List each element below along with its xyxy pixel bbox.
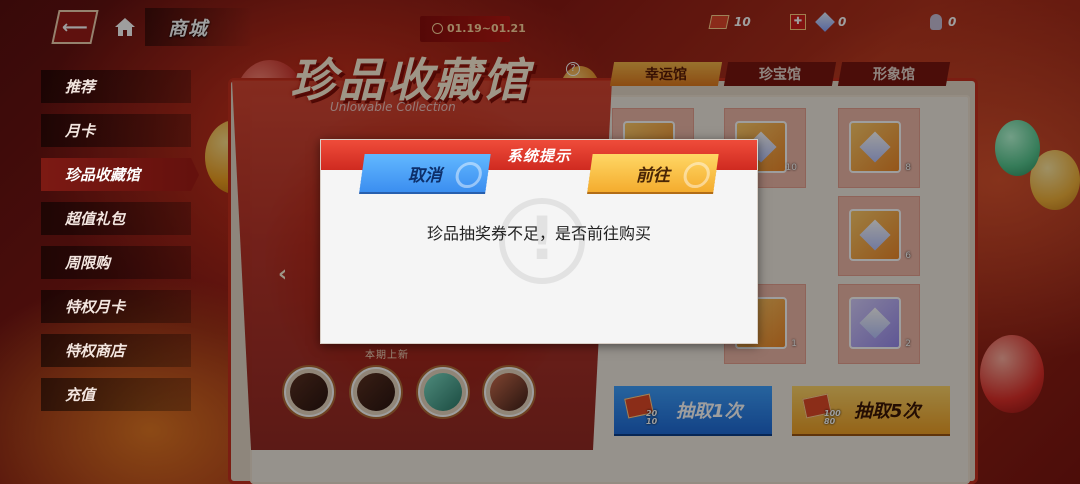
- sidebar-item-label: 月卡: [65, 122, 96, 140]
- sidebar-item-label: 周限购: [65, 254, 111, 272]
- dialog-message: 珍品抽奖券不足，是否前往购买: [426, 224, 651, 243]
- go-to-purchase-button[interactable]: 前往: [587, 154, 719, 192]
- cancel-label: 取消: [408, 165, 442, 186]
- sidebar-item-label: 推荐: [65, 78, 96, 96]
- confirm-label: 前往: [636, 165, 670, 186]
- cancel-button[interactable]: 取消: [359, 154, 491, 192]
- dialog-title: 系统提示: [506, 146, 571, 165]
- sidebar-item-label: 特权月卡: [65, 298, 126, 316]
- sidebar-item-label: 充值: [65, 386, 96, 404]
- sidebar-item-label: 超值礼包: [65, 210, 126, 228]
- sidebar-item-label: 特权商店: [65, 342, 126, 360]
- sidebar-item-label: 珍品收藏馆: [65, 166, 141, 184]
